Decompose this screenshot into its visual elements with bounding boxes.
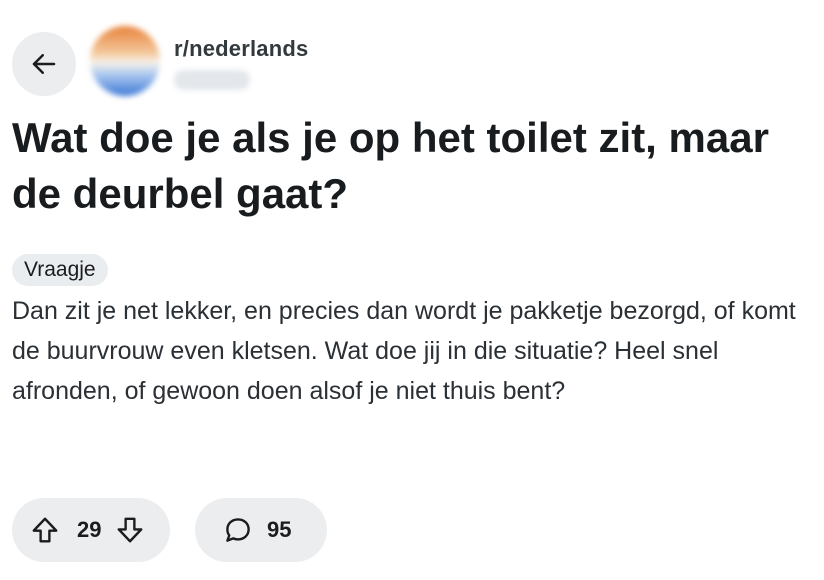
arrow-left-icon <box>32 54 56 74</box>
post-flair[interactable]: Vraagje <box>12 254 108 286</box>
comment-count: 95 <box>267 517 292 542</box>
downvote-button[interactable] <box>115 515 145 545</box>
comment-icon-wrap <box>223 515 253 545</box>
upvote-button[interactable] <box>30 515 60 545</box>
post-header: r/nederlands <box>12 26 308 102</box>
speech-bubble-icon <box>226 518 250 542</box>
post-body: Dan zit je net lekker, en precies dan wo… <box>12 297 796 405</box>
post-title: Wat doe je als je op het toilet zit, maa… <box>12 114 769 217</box>
arrow-up-icon <box>32 517 58 543</box>
post-meta: r/nederlands <box>174 26 308 90</box>
arrow-down-icon <box>118 517 143 543</box>
comments-button[interactable]: 95 <box>195 498 327 562</box>
vote-count: 29 <box>77 517 102 542</box>
back-button[interactable] <box>12 32 76 96</box>
subreddit-name[interactable]: r/nederlands <box>174 36 308 62</box>
author-name-blurred <box>174 70 250 90</box>
subreddit-avatar[interactable] <box>90 26 160 96</box>
vote-control: 29 <box>12 498 170 562</box>
